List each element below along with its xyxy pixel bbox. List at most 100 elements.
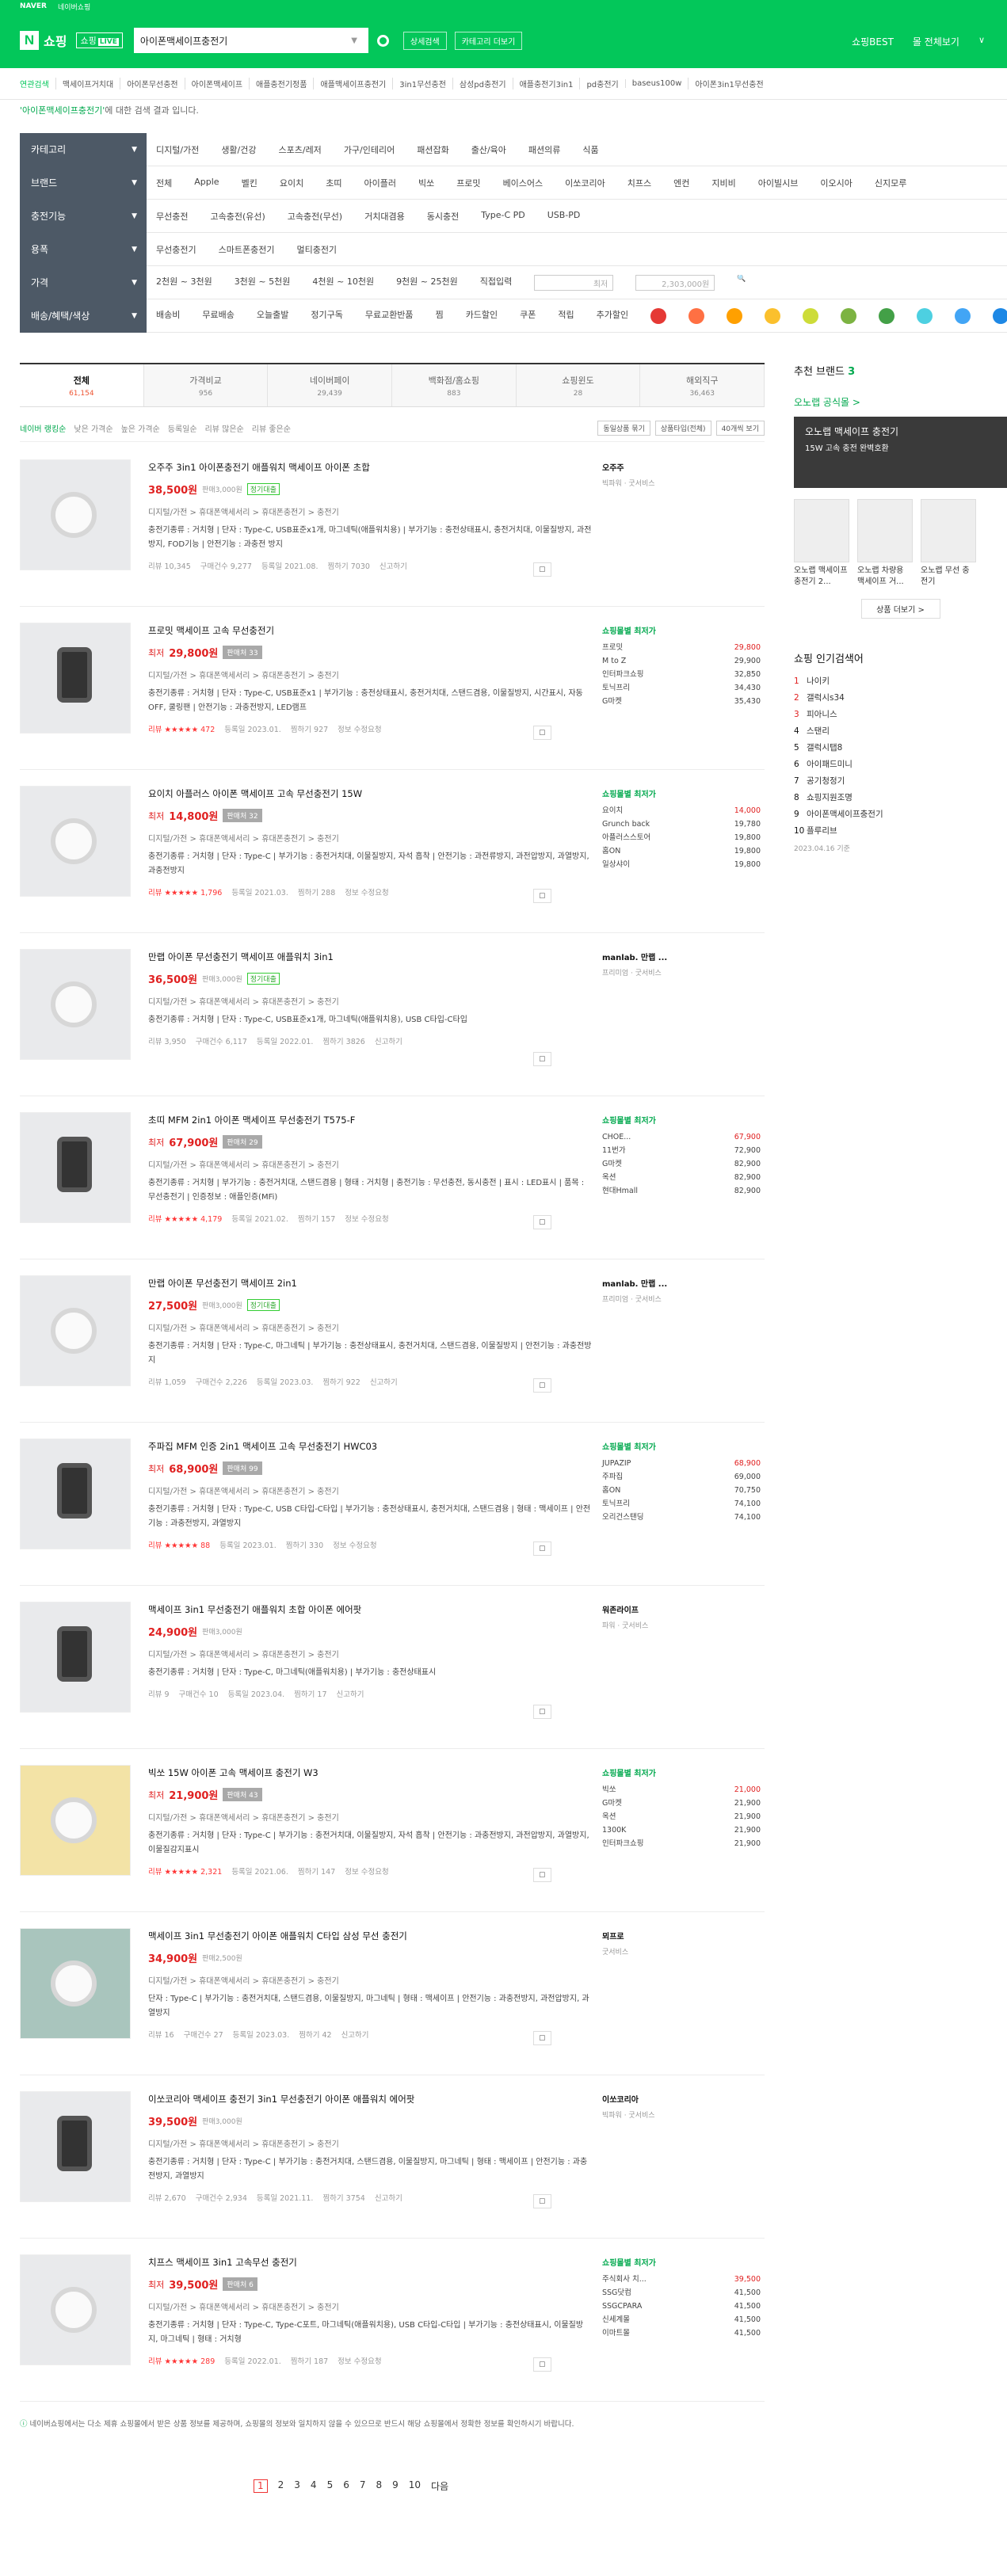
related-keyword[interactable]: 애플충전기정품 <box>249 78 313 90</box>
price-tag[interactable]: 판매처 6 <box>223 2277 257 2291</box>
page-link[interactable]: 8 <box>376 2479 382 2493</box>
purchase-button[interactable]: ▢ <box>533 1215 551 1229</box>
popular-keyword[interactable]: 7 공기청정기 <box>794 773 1007 790</box>
mall-price-row[interactable]: 토닉프리 74,100 <box>602 1497 761 1511</box>
filter-option[interactable]: 스포츠/레저 <box>279 143 322 156</box>
product-title[interactable]: 오주주 3in1 아이폰충전기 애플워치 맥세이프 아이폰 초합 <box>148 461 592 474</box>
page-link[interactable]: 다음 <box>431 2479 448 2493</box>
product-title[interactable]: 주파집 MFM 인증 2in1 맥세이프 고속 무선충전기 HWC03 <box>148 1440 592 1453</box>
mall-price-row[interactable]: 일상샤이 19,800 <box>602 858 761 871</box>
product-title[interactable]: 만랩 아이폰 무선충전기 맥세이프 2in1 <box>148 1277 592 1290</box>
meta-item[interactable]: 신고하기 <box>375 1035 402 1046</box>
mall-price-row[interactable]: 옥션 82,900 <box>602 1171 761 1184</box>
price-value[interactable]: 36,500원 <box>148 971 197 986</box>
mall-name[interactable]: 쇼핑몰별 최저가 <box>602 624 761 636</box>
product-title[interactable]: 맥세이프 3in1 무선충전기 애플워치 초합 아이폰 에어팟 <box>148 1603 592 1616</box>
mall-price-row[interactable]: 현대Hmall 82,900 <box>602 1184 761 1198</box>
mall-price-row[interactable]: SSGCPARA 41,500 <box>602 2300 761 2313</box>
price-value[interactable]: 38,500원 <box>148 482 197 497</box>
purchase-button[interactable]: ▢ <box>533 889 551 903</box>
mall-price-row[interactable]: JUPAZIP 68,900 <box>602 1457 761 1470</box>
product-category[interactable]: 디지털/가전 > 휴대폰액세서리 > 휴대폰충전기 > 충전기 <box>148 1648 592 1660</box>
mall-price-row[interactable]: 옥션 21,900 <box>602 1810 761 1823</box>
meta-item[interactable]: 신고하기 <box>380 560 407 571</box>
price-value[interactable]: 39,500원 <box>169 2277 218 2292</box>
filter-option[interactable]: 엔컨 <box>673 177 689 189</box>
mall-price-row[interactable]: CHOE... 67,900 <box>602 1130 761 1144</box>
mall-name[interactable]: manlab. 만랩 ... <box>602 1277 761 1289</box>
more-products-button[interactable]: 상품 더보기 > <box>860 599 940 619</box>
product-category[interactable]: 디지털/가전 > 휴대폰액세서리 > 휴대폰충전기 > 충전기 <box>148 505 592 517</box>
filter-option[interactable]: 고속충전(무선) <box>288 210 342 223</box>
meta-item[interactable]: 찜하기 42 <box>299 2029 331 2040</box>
filter-option[interactable]: 배송비 <box>156 308 180 324</box>
page-link[interactable]: 1 <box>254 2479 268 2493</box>
product-category[interactable]: 디지털/가전 > 휴대폰액세서리 > 휴대폰충전기 > 충전기 <box>148 2137 592 2149</box>
shopping-best-link[interactable]: 쇼핑BEST <box>852 35 894 48</box>
related-keyword[interactable]: 맥세이프거치대 <box>55 78 120 90</box>
product-category[interactable]: 디지털/가전 > 휴대폰액세서리 > 휴대폰충전기 > 충전기 <box>148 832 592 844</box>
meta-item[interactable]: 신고하기 <box>337 1688 364 1699</box>
product-category[interactable]: 디지털/가전 > 휴대폰액세서리 > 휴대폰충전기 > 충전기 <box>148 1974 592 1986</box>
filter-option[interactable]: 패션의류 <box>528 143 560 156</box>
purchase-button[interactable]: ▢ <box>533 562 551 577</box>
purchase-button[interactable]: ▢ <box>533 1705 551 1719</box>
mall-price-row[interactable]: 홈ON 70,750 <box>602 1484 761 1497</box>
mall-name[interactable]: 쇼핑몰별 최저가 <box>602 2256 761 2268</box>
price-value[interactable]: 39,500원 <box>148 2113 197 2128</box>
filter-option[interactable]: 출산/육아 <box>471 143 506 156</box>
mall-price-row[interactable]: 인터파크쇼핑 21,900 <box>602 1837 761 1850</box>
mall-price-row[interactable]: 프로밋 29,800 <box>602 641 761 654</box>
chevron-down-icon[interactable]: ▼ <box>132 146 137 154</box>
price-value[interactable]: 24,900원 <box>148 1624 197 1639</box>
mall-price-row[interactable]: 홈ON 19,800 <box>602 844 761 858</box>
page-link[interactable]: 2 <box>278 2479 284 2493</box>
tab-5[interactable]: 해외직구 36,463 <box>640 364 765 406</box>
tab-2[interactable]: 네이버페이 29,439 <box>268 364 393 406</box>
chevron-down-icon[interactable]: ▼ <box>132 179 137 187</box>
all-malls-link[interactable]: 몰 전체보기 <box>913 35 959 48</box>
mall-name[interactable]: manlab. 만랩 ... <box>602 951 761 962</box>
meta-item[interactable]: 신고하기 <box>341 2029 369 2040</box>
mall-price-row[interactable]: 이마트몰 41,500 <box>602 2326 761 2340</box>
filter-option[interactable]: Type-C PD <box>481 210 525 223</box>
related-keyword[interactable]: 애플충전기3in1 <box>512 78 580 90</box>
filter-option[interactable]: 고속충전(유선) <box>210 210 265 223</box>
filter-option[interactable]: 오늘출발 <box>257 308 288 324</box>
price-min-input[interactable]: 최저 <box>534 274 614 291</box>
search-input[interactable]: 아이폰맥세이프충전기 <box>140 34 351 48</box>
product-title[interactable]: 맥세이프 3in1 무선충전기 아이폰 애플워치 C타입 삼성 무선 충전기 <box>148 1930 592 1942</box>
mall-name[interactable]: 쇼핑몰별 최저가 <box>602 787 761 799</box>
filter-option[interactable]: 지비비 <box>711 177 735 189</box>
color-swatch[interactable] <box>765 307 781 324</box>
price-tag[interactable]: 판매처 33 <box>223 646 262 659</box>
product-thumbnail[interactable] <box>20 1439 131 1549</box>
filter-option[interactable]: 요이치 <box>280 177 303 189</box>
color-swatch[interactable] <box>841 307 857 324</box>
sort-option[interactable]: 높은 가격순 <box>121 422 160 434</box>
sort-option[interactable]: 네이버 랭킹순 <box>20 422 66 434</box>
popular-keyword[interactable]: 9 아이폰맥세이프충전기 <box>794 806 1007 823</box>
shopping-logo-icon[interactable]: N <box>20 31 39 50</box>
filter-option[interactable]: 4천원 ~ 10천원 <box>312 275 374 291</box>
related-keyword[interactable]: pd충전기 <box>579 78 624 90</box>
price-value[interactable]: 21,900원 <box>169 1787 218 1802</box>
filter-option[interactable]: 빅쏘 <box>418 177 434 189</box>
tab-3[interactable]: 백화점/홈쇼핑 883 <box>392 364 517 406</box>
product-thumbnail[interactable] <box>20 1765 131 1876</box>
page-link[interactable]: 6 <box>343 2479 349 2493</box>
color-swatch[interactable] <box>803 307 819 324</box>
purchase-button[interactable]: ▢ <box>533 726 551 740</box>
brand-product[interactable]: 오노랩 맥세이프 충전기 2... <box>794 499 849 588</box>
tab-0[interactable]: 전체 61,154 <box>20 364 144 406</box>
product-category[interactable]: 디지털/가전 > 휴대폰액세서리 > 휴대폰충전기 > 충전기 <box>148 669 592 680</box>
meta-item[interactable]: 정보 수정요청 <box>333 1539 376 1550</box>
product-thumbnail[interactable] <box>20 623 131 734</box>
product-thumbnail[interactable] <box>20 2254 131 2365</box>
popular-keyword[interactable]: 6 아이패드미니 <box>794 756 1007 773</box>
mall-name[interactable]: 쇼핑몰별 최저가 <box>602 1440 761 1452</box>
product-category[interactable]: 디지털/가전 > 휴대폰액세서리 > 휴대폰충전기 > 충전기 <box>148 2300 592 2312</box>
product-thumbnail[interactable] <box>20 459 131 570</box>
naver-logo[interactable]: NAVER <box>20 2 47 10</box>
price-tag[interactable]: 판매처 29 <box>223 1135 262 1149</box>
